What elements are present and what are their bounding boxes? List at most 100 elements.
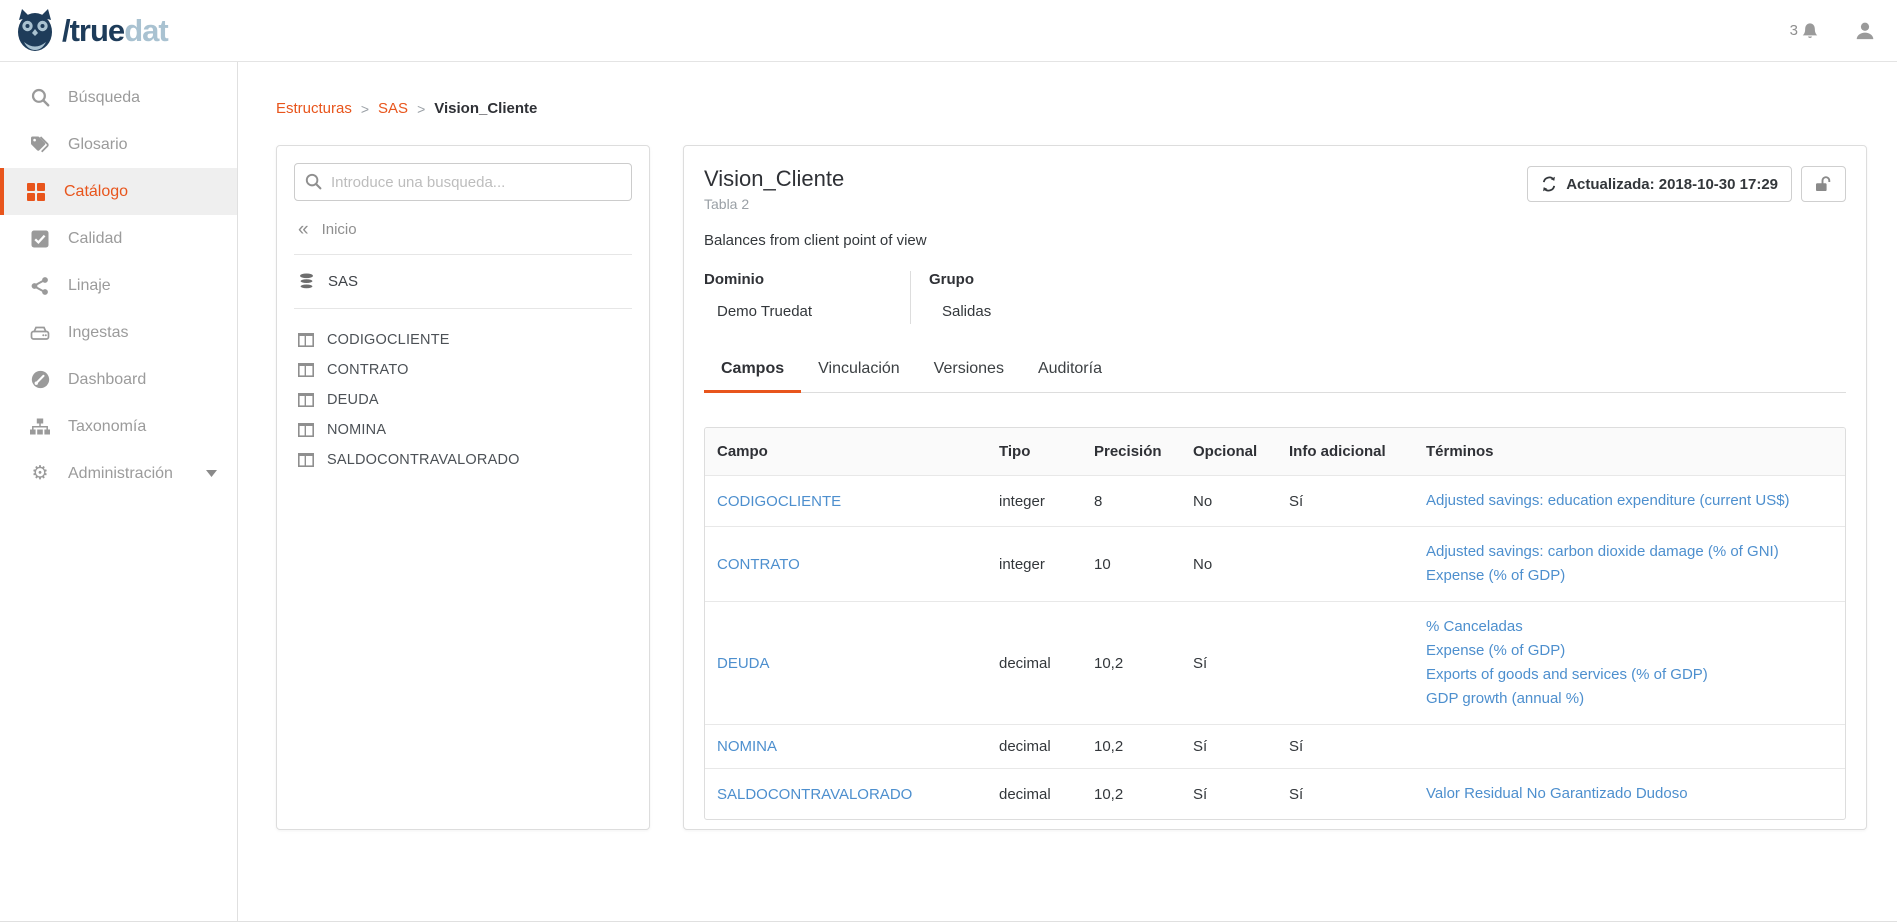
sidebar-item-catalogo[interactable]: Catálogo xyxy=(0,168,237,215)
field-extra-info xyxy=(1277,602,1414,725)
detail-tabs: Campos Vinculación Versiones Auditoría xyxy=(704,350,1846,393)
tab-vinculacion[interactable]: Vinculación xyxy=(801,350,917,393)
search-icon xyxy=(305,173,322,190)
tree-table-list: CODIGOCLIENTE CONTRATO DEUDA NOMINA SALD… xyxy=(294,309,632,475)
term-link[interactable]: Expense (% of GDP) xyxy=(1426,564,1833,588)
structure-tree-panel: « Inicio SAS CODIGOCLIENTE xyxy=(276,145,650,830)
sidebar-item-administracion[interactable]: ⚙ Administración xyxy=(0,450,237,497)
breadcrumb-link-estructuras[interactable]: Estructuras xyxy=(276,100,352,117)
fields-table-header: Campo Tipo Precisión Opcional Info adici… xyxy=(705,428,1845,476)
gauge-icon xyxy=(29,370,51,389)
group-value: Salidas xyxy=(929,303,991,320)
tree-table-nomina[interactable]: NOMINA xyxy=(294,415,632,445)
col-opcional: Opcional xyxy=(1181,428,1277,476)
field-type: integer xyxy=(987,476,1082,527)
tab-campos[interactable]: Campos xyxy=(704,350,801,393)
field-link[interactable]: SALDOCONTRAVALORADO xyxy=(717,786,912,803)
field-link[interactable]: CONTRATO xyxy=(717,556,800,573)
field-precision: 8 xyxy=(1082,476,1181,527)
sidebar-item-glosario[interactable]: Glosario xyxy=(0,121,237,168)
sidebar-item-linaje[interactable]: Linaje xyxy=(0,262,237,309)
tree-table-saldocontravalorado[interactable]: SALDOCONTRAVALORADO xyxy=(294,445,632,475)
notifications-button[interactable]: 3 xyxy=(1790,22,1819,40)
tree-back-item[interactable]: « Inicio xyxy=(294,221,632,255)
group-label: Grupo xyxy=(929,271,991,288)
page-title: Vision_Cliente xyxy=(704,166,844,192)
bell-icon xyxy=(1801,22,1819,40)
lock-button[interactable] xyxy=(1801,166,1846,202)
refresh-icon xyxy=(1541,176,1557,192)
sidebar-item-ingestas[interactable]: Ingestas xyxy=(0,309,237,356)
term-link[interactable]: Exports of goods and services (% of GDP) xyxy=(1426,663,1833,687)
truedat-logo[interactable]: /truedat xyxy=(14,8,168,54)
breadcrumb-separator: > xyxy=(417,101,425,117)
search-icon xyxy=(29,88,51,107)
breadcrumb-link-sas[interactable]: SAS xyxy=(378,100,408,117)
breadcrumb: Estructuras > SAS > Vision_Cliente xyxy=(238,62,1897,117)
sidebar-item-calidad[interactable]: Calidad xyxy=(0,215,237,262)
grid-icon xyxy=(25,183,47,201)
sitemap-icon xyxy=(29,418,51,436)
structure-description: Balances from client point of view xyxy=(704,232,1846,249)
col-terminos: Términos xyxy=(1414,428,1845,476)
field-precision: 10,2 xyxy=(1082,725,1181,769)
col-campo: Campo xyxy=(705,428,987,476)
term-link[interactable]: Adjusted savings: education expenditure … xyxy=(1426,489,1833,513)
columns-icon xyxy=(298,333,314,347)
structure-detail-panel: Vision_Cliente Tabla 2 Ac xyxy=(683,145,1867,830)
share-nodes-icon xyxy=(29,277,51,295)
sidebar-item-dashboard[interactable]: Dashboard xyxy=(0,356,237,403)
field-extra-info: Sí xyxy=(1277,725,1414,769)
tree-table-deuda[interactable]: DEUDA xyxy=(294,385,632,415)
field-row-deuda: DEUDA decimal 10,2 Sí % Canceladas Expen… xyxy=(705,602,1845,725)
unlock-icon xyxy=(1814,175,1833,193)
tab-versiones[interactable]: Versiones xyxy=(917,350,1021,393)
angles-left-icon: « xyxy=(298,222,309,237)
columns-icon xyxy=(298,423,314,437)
tags-icon xyxy=(29,135,51,154)
gear-icon: ⚙ xyxy=(29,464,51,483)
field-type: integer xyxy=(987,527,1082,602)
columns-icon xyxy=(298,453,314,467)
domain-value: Demo Truedat xyxy=(704,303,910,320)
notification-count: 3 xyxy=(1790,22,1798,39)
field-row-saldocontravalorado: SALDOCONTRAVALORADO decimal 10,2 Sí Sí V… xyxy=(705,769,1845,820)
term-link[interactable]: Valor Residual No Garantizado Dudoso xyxy=(1426,782,1833,806)
drive-icon xyxy=(29,324,51,342)
field-optional: Sí xyxy=(1181,602,1277,725)
field-optional: No xyxy=(1181,476,1277,527)
tree-system-item[interactable]: SAS xyxy=(294,255,632,309)
breadcrumb-separator: > xyxy=(361,101,369,117)
field-link[interactable]: NOMINA xyxy=(717,738,777,755)
tree-search xyxy=(294,163,632,201)
tab-auditoria[interactable]: Auditoría xyxy=(1021,350,1119,393)
meta-section: Dominio Demo Truedat Grupo Salidas xyxy=(704,271,1846,324)
sidebar-item-taxonomia[interactable]: Taxonomía xyxy=(0,403,237,450)
col-info-adicional: Info adicional xyxy=(1277,428,1414,476)
columns-icon xyxy=(298,363,314,377)
sidebar-item-busqueda[interactable]: Búsqueda xyxy=(0,74,237,121)
field-precision: 10,2 xyxy=(1082,769,1181,820)
check-square-icon xyxy=(29,230,51,248)
field-extra-info: Sí xyxy=(1277,769,1414,820)
sidebar: Búsqueda Glosario Catálogo Calid xyxy=(0,62,238,922)
user-menu-button[interactable] xyxy=(1855,21,1875,41)
field-link[interactable]: DEUDA xyxy=(717,655,770,672)
field-extra-info: Sí xyxy=(1277,476,1414,527)
tree-search-input[interactable] xyxy=(294,163,632,201)
field-link[interactable]: CODIGOCLIENTE xyxy=(717,493,841,510)
updated-button[interactable]: Actualizada: 2018-10-30 17:29 xyxy=(1527,166,1792,202)
field-row-contrato: CONTRATO integer 10 No Adjusted savings:… xyxy=(705,527,1845,602)
tree-table-contrato[interactable]: CONTRATO xyxy=(294,355,632,385)
field-type: decimal xyxy=(987,725,1082,769)
tree-table-codigocliente[interactable]: CODIGOCLIENTE xyxy=(294,325,632,355)
field-type: decimal xyxy=(987,602,1082,725)
field-optional: No xyxy=(1181,527,1277,602)
term-link[interactable]: % Canceladas xyxy=(1426,615,1833,639)
col-tipo: Tipo xyxy=(987,428,1082,476)
term-link[interactable]: GDP growth (annual %) xyxy=(1426,687,1833,711)
term-link[interactable]: Adjusted savings: carbon dioxide damage … xyxy=(1426,540,1833,564)
col-precision: Precisión xyxy=(1082,428,1181,476)
term-link[interactable]: Expense (% of GDP) xyxy=(1426,639,1833,663)
structure-type-label: Tabla 2 xyxy=(704,196,844,212)
